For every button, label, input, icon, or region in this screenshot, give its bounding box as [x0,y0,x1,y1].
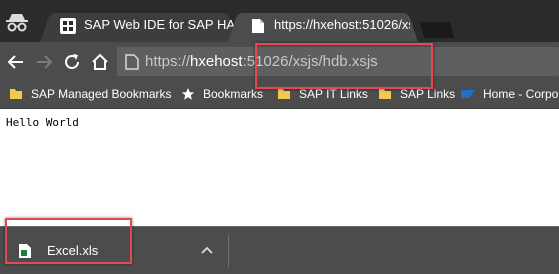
bookmark-label: Home - Corpo [483,87,559,101]
new-tab-icon[interactable] [414,20,460,40]
shelf-divider [228,235,229,267]
page-info-icon[interactable] [125,54,139,70]
tab-sap-web-ide[interactable]: SAP Web IDE for SAP HA [40,9,238,42]
folder-icon [379,89,391,99]
folder-icon [278,89,290,99]
bookmark-label: SAP Managed Bookmarks [31,87,172,101]
tab-strip: SAP Web IDE for SAP HA https://hxehost:5… [0,0,559,42]
url-highlight-box [255,43,433,89]
back-arrow-icon[interactable] [6,52,26,72]
page-content: Hello World [0,110,559,226]
incognito-icon [6,14,28,32]
tab-active-hdb-xsjs[interactable]: https://hxehost:51026/xs [228,9,418,42]
page-body-text: Hello World [6,116,79,129]
download-highlight-box [5,218,132,264]
home-icon[interactable] [90,52,110,72]
chevron-up-icon[interactable] [200,243,214,257]
reload-icon[interactable] [62,52,82,72]
tab-title: SAP Web IDE for SAP HA [84,17,234,32]
tab-title: https://hxehost:51026/xs [274,17,410,32]
forward-arrow-icon[interactable] [34,52,54,72]
page-favicon [252,19,264,33]
bookmark-label: SAP Links [400,87,456,101]
star-icon [181,88,195,100]
bookmark-label: Bookmarks [203,87,264,101]
folder-icon [10,89,22,99]
url-scheme: https:// [145,53,191,70]
bookmark-label: SAP IT Links [299,87,368,101]
sap-logo-icon [461,90,475,98]
sap-web-ide-favicon [60,18,76,34]
url-host: hxehost [190,53,243,70]
